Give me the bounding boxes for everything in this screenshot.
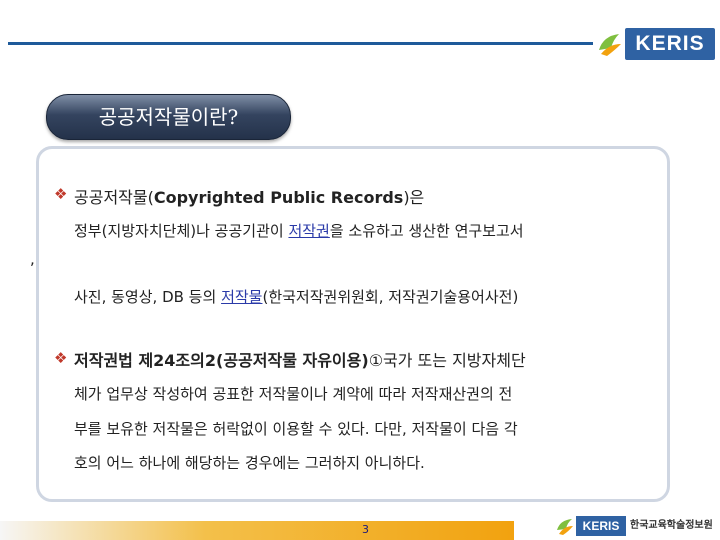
logo-text: KERIS — [625, 28, 715, 60]
section1-heading-en: Copyrighted Public Records — [153, 188, 404, 207]
section2-line3: 부를 보유한 저작물은 허락없이 이용할 수 있다. 다만, 저작물이 다음 각 — [74, 420, 518, 438]
leaf-logo-icon — [599, 34, 621, 56]
section1-line2-pre: 정부(지방자치단체)나 공공기관이 — [74, 222, 289, 240]
diamond-bullet-icon: ❖ — [54, 185, 68, 203]
diamond-bullet-icon: ❖ — [54, 349, 68, 367]
section1-heading: 공공저작물(Copyrighted Public Records)은 — [74, 184, 424, 208]
section2-heading-bold: 저작권법 제24조의2(공공저작물 자유이용) — [74, 351, 369, 370]
copyright-link[interactable]: 저작권 — [288, 222, 329, 240]
section1-line2-post: 을 소유하고 생산한 연구보고서 — [329, 222, 524, 240]
org-name: 한국교육학술정보원 — [630, 520, 713, 531]
footer-logo: KERIS 한국교육학술정보원 — [556, 514, 716, 538]
section1-line4: 사진, 동영상, DB 등의 저작물(한국저작권위원회, 저작권기술용어사전) — [74, 286, 518, 307]
footer-logo-text: KERIS — [576, 516, 626, 536]
section1-heading-pre: 공공저작물( — [74, 188, 154, 207]
section2-line2: 체가 업무상 작성하여 공표한 저작물이나 계약에 따라 저작재산권의 전 — [74, 385, 513, 403]
section1-heading-post: )은 — [403, 188, 425, 207]
page-title: 공공저작물이란? — [98, 105, 239, 129]
section1-comma: , — [30, 250, 35, 268]
page-title-pill: 공공저작물이란? — [46, 94, 291, 140]
section2-line4: 호의 어느 하나에 해당하는 경우에는 그러하지 아니하다. — [74, 454, 425, 472]
works-link[interactable]: 저작물 — [221, 288, 262, 306]
footer-bar — [0, 521, 514, 540]
section2-heading: 저작권법 제24조의2(공공저작물 자유이용)①국가 또는 지방자체단 — [74, 347, 526, 371]
section1-line2: 정부(지방자치단체)나 공공기관이 저작권을 소유하고 생산한 연구보고서 — [74, 220, 524, 241]
header-rule — [8, 42, 593, 45]
page-number: 3 — [362, 523, 369, 536]
keris-logo: KERIS — [597, 22, 715, 66]
section1-line4-post: (한국저작권위원회, 저작권기술용어사전) — [262, 288, 519, 306]
section2-heading-rest: ①국가 또는 지방자체단 — [368, 351, 526, 370]
leaf-logo-icon — [557, 519, 573, 535]
section1-line4-pre: 사진, 동영상, DB 등의 — [74, 288, 222, 306]
